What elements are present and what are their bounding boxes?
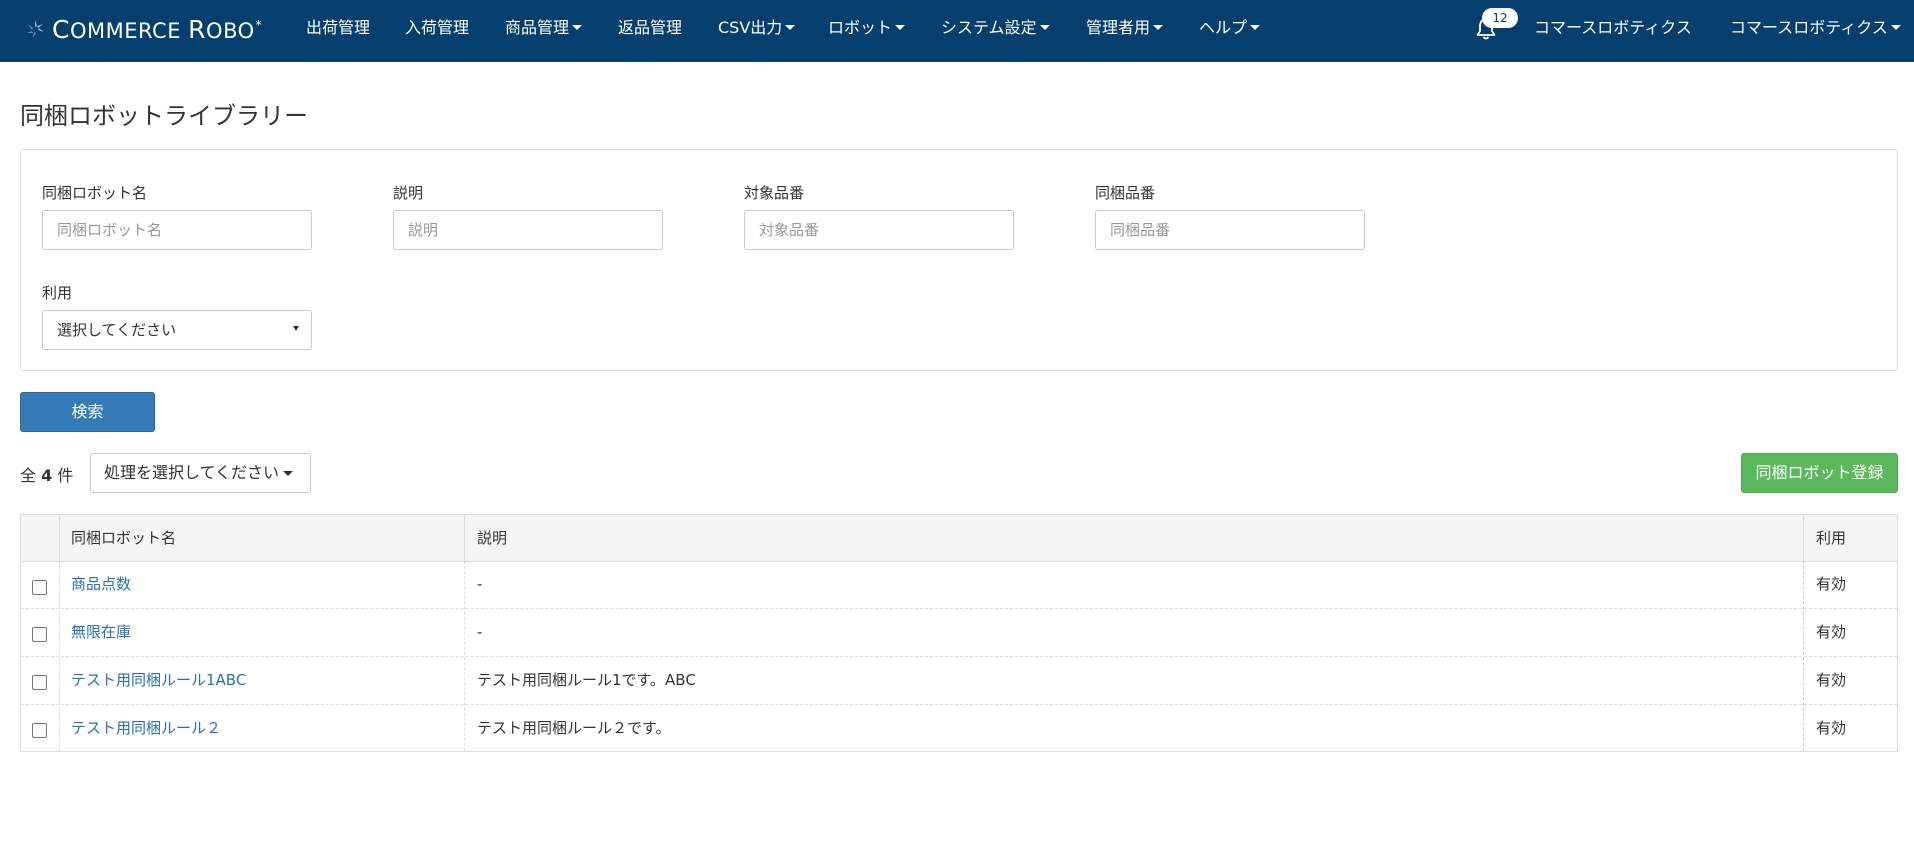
caret-down-icon bbox=[293, 326, 299, 331]
target-sku-input[interactable] bbox=[744, 210, 1014, 250]
column-divider bbox=[464, 515, 465, 561]
top-navbar: COMMERCE ROBO* 出荷管理 入荷管理 商品管理 返品管理 CSV出力… bbox=[0, 0, 1914, 62]
bundle-sku-input[interactable] bbox=[1095, 210, 1365, 250]
nav-robot[interactable]: ロボット bbox=[828, 0, 906, 56]
table-row: テスト用同梱ルール２ テスト用同梱ルール２です。 有効 bbox=[21, 705, 1897, 752]
usage-label: 利用 bbox=[42, 284, 73, 302]
column-divider bbox=[1803, 515, 1804, 561]
row-usage: 有効 bbox=[1816, 671, 1847, 689]
brand-logo[interactable]: COMMERCE ROBO* bbox=[24, 14, 262, 44]
table-row: 商品点数 - 有効 bbox=[21, 561, 1897, 608]
usage-select-value: 選択してください bbox=[57, 321, 177, 339]
nav-label: ロボット bbox=[828, 18, 893, 37]
search-panel: 同梱ロボット名 説明 対象品番 同梱品番 利用 選択してください bbox=[20, 149, 1898, 371]
result-count-number: 4 bbox=[41, 466, 53, 485]
robot-name-link[interactable]: テスト用同梱ルール1ABC bbox=[71, 657, 246, 704]
caret-down-icon bbox=[283, 471, 294, 476]
nav-admin[interactable]: 管理者用 bbox=[1086, 0, 1164, 56]
description-input[interactable] bbox=[393, 210, 663, 250]
nav-shipping[interactable]: 出荷管理 bbox=[306, 0, 370, 56]
search-button[interactable]: 検索 bbox=[20, 392, 155, 432]
caret-down-icon bbox=[785, 25, 796, 30]
row-usage: 有効 bbox=[1816, 719, 1847, 737]
caret-down-icon bbox=[1153, 25, 1164, 30]
brand-name: COMMERCE ROBO* bbox=[52, 14, 263, 44]
nav-csv-export[interactable]: CSV出力 bbox=[718, 0, 796, 56]
bundle-robot-table: 同梱ロボット名 説明 利用 商品点数 - 有効 無限在庫 - 有効 テスト用同梱… bbox=[20, 514, 1898, 752]
company-name: コマースロボティクス bbox=[1534, 18, 1692, 37]
table-row: テスト用同梱ルール1ABC テスト用同梱ルール1です。ABC 有効 bbox=[21, 657, 1897, 704]
nav-returns[interactable]: 返品管理 bbox=[618, 0, 682, 56]
page-title: 同梱ロボットライブラリー bbox=[20, 102, 308, 130]
table-header: 同梱ロボット名 説明 利用 bbox=[21, 515, 1897, 562]
target-sku-label: 対象品番 bbox=[744, 184, 805, 202]
nav-receiving[interactable]: 入荷管理 bbox=[405, 0, 469, 56]
row-checkbox[interactable] bbox=[32, 675, 47, 690]
bulk-action-label: 処理を選択してください bbox=[104, 463, 280, 482]
description-label: 説明 bbox=[393, 184, 424, 202]
caret-down-icon bbox=[1039, 25, 1050, 30]
nav-label: 出荷管理 bbox=[306, 18, 371, 37]
nav-system-settings[interactable]: システム設定 bbox=[941, 0, 1050, 56]
table-row: 無限在庫 - 有効 bbox=[21, 609, 1897, 656]
nav-label: 管理者用 bbox=[1086, 18, 1151, 37]
caret-down-icon bbox=[1890, 25, 1901, 30]
nav-label: 入荷管理 bbox=[405, 18, 470, 37]
notification-count-badge: 12 bbox=[1482, 8, 1518, 28]
logo-icon bbox=[27, 20, 44, 38]
row-checkbox[interactable] bbox=[32, 627, 47, 642]
bundle-sku-label: 同梱品番 bbox=[1095, 184, 1156, 202]
row-usage: 有効 bbox=[1816, 623, 1847, 641]
nav-label: システム設定 bbox=[941, 18, 1037, 37]
nav-label: 返品管理 bbox=[618, 18, 683, 37]
row-usage: 有効 bbox=[1816, 575, 1847, 593]
robot-name-link[interactable]: 無限在庫 bbox=[71, 609, 131, 656]
caret-down-icon bbox=[895, 25, 906, 30]
row-description: テスト用同梱ルール２です。 bbox=[477, 719, 671, 737]
nav-products[interactable]: 商品管理 bbox=[505, 0, 583, 56]
user-name: コマースロボティクス bbox=[1730, 18, 1888, 37]
column-header-name: 同梱ロボット名 bbox=[71, 529, 177, 547]
nav-user-menu[interactable]: コマースロボティクス bbox=[1730, 0, 1901, 56]
caret-down-icon bbox=[1250, 25, 1261, 30]
robot-name-label: 同梱ロボット名 bbox=[42, 184, 148, 202]
column-header-usage: 利用 bbox=[1816, 529, 1847, 547]
nav-help[interactable]: ヘルプ bbox=[1199, 0, 1261, 56]
nav-label: 商品管理 bbox=[505, 18, 570, 37]
robot-name-link[interactable]: 商品点数 bbox=[71, 561, 131, 608]
nav-label: CSV出力 bbox=[718, 18, 783, 37]
robot-name-input[interactable] bbox=[42, 210, 312, 250]
nav-company[interactable]: コマースロボティクス bbox=[1534, 0, 1692, 56]
row-checkbox[interactable] bbox=[32, 580, 47, 595]
row-description: - bbox=[477, 623, 483, 641]
column-divider bbox=[59, 515, 60, 561]
column-header-description: 説明 bbox=[477, 529, 508, 547]
row-checkbox[interactable] bbox=[32, 723, 47, 738]
bulk-action-dropdown[interactable]: 処理を選択してください bbox=[90, 453, 311, 493]
nav-label: ヘルプ bbox=[1199, 18, 1248, 37]
row-description: テスト用同梱ルール1です。ABC bbox=[477, 671, 696, 689]
register-bundle-robot-button[interactable]: 同梱ロボット登録 bbox=[1741, 453, 1898, 493]
caret-down-icon bbox=[572, 25, 583, 30]
row-description: - bbox=[477, 575, 483, 593]
result-count: 全 4 件 bbox=[20, 466, 74, 485]
usage-select[interactable]: 選択してください bbox=[42, 310, 312, 350]
robot-name-link[interactable]: テスト用同梱ルール２ bbox=[71, 705, 221, 752]
